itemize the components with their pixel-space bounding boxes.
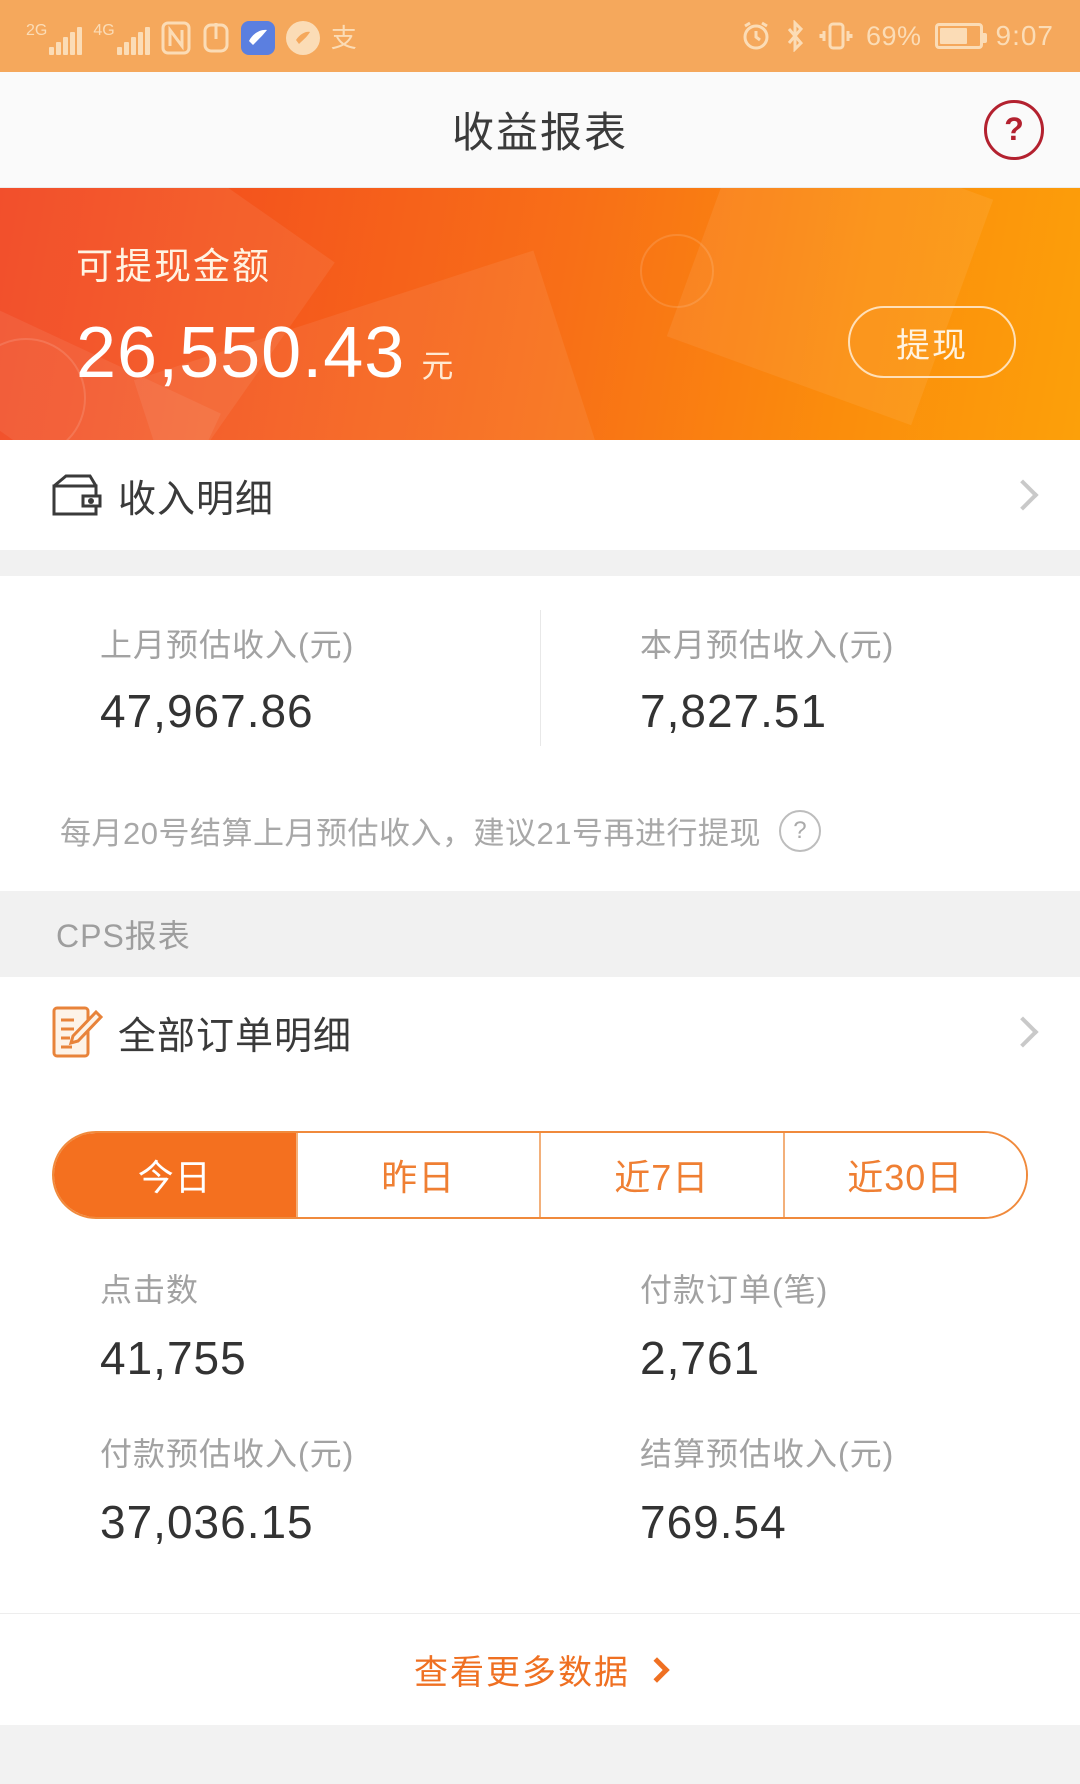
revenue-report-screen: 2G 4G 支 69% 9:07 收益报表 ? 可提现金额 26,550.43 … [0, 0, 1080, 1784]
metrics-row: 点击数 41,755 付款订单(笔) 2,761 [0, 1265, 1080, 1429]
metric-value: 37,036.15 [100, 1496, 314, 1548]
section-gap [0, 550, 1080, 576]
metric-label: 付款预估收入(元) [100, 1436, 355, 1472]
metric-value: 41,755 [100, 1332, 247, 1384]
alipay-icon: 支 [330, 22, 357, 53]
help-icon[interactable]: ? [984, 99, 1044, 160]
cps-metrics-grid: 点击数 41,755 付款订单(笔) 2,761 付款预估收入(元) 37,03… [0, 1219, 1080, 1613]
all-orders-label: 全部订单明细 [118, 1015, 353, 1058]
network-gen-label-2: 4G [93, 21, 115, 39]
this-month-estimate: 本月预估收入(元) 7,827.51 [540, 620, 1080, 738]
all-orders-row[interactable]: 全部订单明细 [0, 977, 1080, 1087]
metric-label: 付款订单(笔) [640, 1272, 829, 1308]
withdrawable-label: 可提现金额 [76, 246, 271, 287]
status-bar-left: 2G 4G 支 [26, 18, 741, 55]
metric-value: 2,761 [640, 1332, 761, 1384]
income-detail-label: 收入明细 [118, 478, 275, 521]
withdrawable-banner: 可提现金额 26,550.43 元 提现 [0, 188, 1080, 440]
status-bar: 2G 4G 支 69% 9:07 [0, 0, 1080, 72]
view-more-data-link[interactable]: 查看更多数据 [0, 1613, 1080, 1725]
chevron-right-icon [1007, 479, 1039, 511]
battery-icon [934, 23, 987, 49]
page-header: 收益报表 ? [0, 72, 1080, 188]
metric-clicks: 点击数 41,755 [0, 1265, 540, 1385]
metric-label: 点击数 [100, 1272, 200, 1308]
last-month-value: 47,967.86 [100, 685, 314, 737]
app-circle-icon [285, 20, 320, 55]
metric-paid-estimated-income: 付款预估收入(元) 37,036.15 [0, 1429, 540, 1549]
withdrawable-amount: 26,550.43 [76, 313, 406, 393]
metrics-row: 付款预估收入(元) 37,036.15 结算预估收入(元) 769.54 [0, 1429, 1080, 1593]
tab-yesterday[interactable]: 昨日 [297, 1133, 541, 1217]
clock-label: 9:07 [995, 20, 1054, 51]
notice-help-icon[interactable]: ? [778, 809, 821, 852]
wallet-icon [50, 472, 106, 518]
battery-percent-label: 69% [865, 20, 922, 51]
tab-today[interactable]: 今日 [54, 1133, 298, 1217]
signal-bars-icon: 2G [26, 21, 83, 55]
this-month-value: 7,827.51 [640, 685, 828, 737]
chevron-right-icon [644, 1656, 670, 1683]
page-title: 收益报表 [451, 109, 628, 156]
order-note-icon [50, 1004, 106, 1060]
metric-value: 769.54 [640, 1496, 787, 1548]
app-blue-icon [240, 20, 275, 55]
currency-unit: 元 [421, 348, 454, 384]
this-month-label: 本月预估收入(元) [640, 627, 895, 663]
income-detail-row[interactable]: 收入明细 [0, 440, 1080, 550]
vpn-icon [202, 21, 230, 55]
last-month-estimate: 上月预估收入(元) 47,967.86 [0, 620, 540, 738]
period-tabs: 今日 昨日 近7日 近30日 [52, 1131, 1028, 1219]
metric-settled-estimated-income: 结算预估收入(元) 769.54 [540, 1429, 1080, 1549]
vibrate-icon [819, 20, 853, 52]
withdraw-button[interactable]: 提现 [848, 306, 1016, 378]
vertical-divider [540, 610, 541, 746]
chevron-right-icon [1007, 1016, 1039, 1048]
tab-last-7-days[interactable]: 近7日 [541, 1133, 785, 1217]
tab-last-30-days[interactable]: 近30日 [784, 1133, 1026, 1217]
signal-bars-icon-2: 4G [93, 21, 150, 55]
status-bar-right: 69% 9:07 [741, 20, 1054, 52]
view-more-data-label: 查看更多数据 [414, 1654, 630, 1692]
last-month-label: 上月预估收入(元) [100, 627, 355, 663]
network-gen-label-1: 2G [26, 21, 48, 39]
settlement-notice-text: 每月20号结算上月预估收入，建议21号再进行提现 [60, 816, 761, 851]
period-tabs-container: 今日 昨日 近7日 近30日 [0, 1087, 1080, 1219]
cps-section-title: CPS报表 [0, 891, 1080, 977]
bluetooth-icon [784, 20, 806, 52]
alarm-icon [741, 21, 771, 51]
metric-paid-orders: 付款订单(笔) 2,761 [540, 1265, 1080, 1385]
settlement-notice: 每月20号结算上月预估收入，建议21号再进行提现 ? [0, 776, 1080, 891]
metric-label: 结算预估收入(元) [640, 1436, 895, 1472]
monthly-estimates: 上月预估收入(元) 47,967.86 本月预估收入(元) 7,827.51 [0, 576, 1080, 776]
nfc-icon [161, 21, 191, 55]
